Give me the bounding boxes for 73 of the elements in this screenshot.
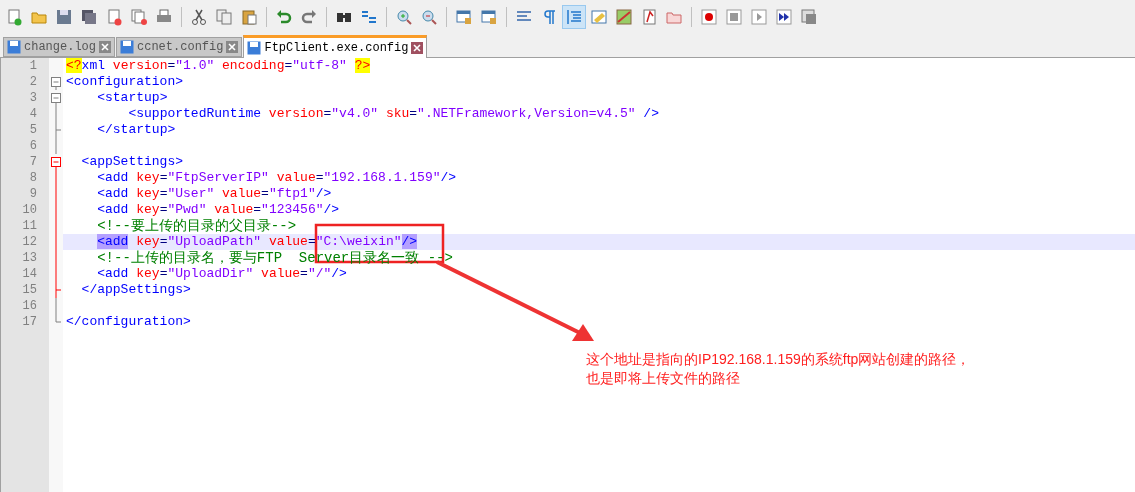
code-line: <add key="UploadDir" value="/"/> [96,266,347,281]
code-line: </configuration> [66,314,191,329]
save-icon [55,8,73,26]
line-number: 13 [22,251,37,265]
paste-icon [240,8,258,26]
line-number: 6 [29,139,37,153]
code-line: <add key="UploadPath" value="C:\weixin"/> [96,234,418,249]
play-icon [750,8,768,26]
annotation-text: 也是即将上传文件的路径 [586,369,741,388]
line-number: 8 [29,171,37,185]
fast-forward-icon [775,8,793,26]
map-icon [615,8,633,26]
code-line: <startup> [96,90,168,105]
code-line: <add key="FtpServerIP" value="192.168.1.159"/> [96,170,457,185]
zoom-out-icon [420,8,438,26]
line-number: 4 [29,107,37,121]
tab-label: ccnet.config [137,39,224,56]
window-icon [455,8,473,26]
copy-icon [215,8,233,26]
tab-label: FtpClient.exe.config [264,40,409,57]
fold-minus-icon[interactable] [50,74,62,90]
new-file-icon [5,8,23,26]
close-icon[interactable] [226,41,239,53]
zoom-in-icon [395,8,413,26]
save-icon [120,40,134,54]
undo-icon [275,8,293,26]
fold-minus-icon[interactable] [50,90,62,106]
line-number: 5 [29,123,37,137]
tab-label: change.log [24,39,96,56]
file-tab[interactable]: FtpClient.exe.config [243,35,428,58]
line-number: 11 [22,219,37,233]
redo-icon [300,8,318,26]
line-number: 1 [29,59,37,73]
close-file-icon [105,8,123,26]
line-number: 16 [22,299,37,313]
save-all-icon [80,8,98,26]
code-line: <configuration> [66,74,184,89]
close-icon[interactable] [99,41,111,53]
code-comment: <!--要上传的目录的父目录--> [96,219,297,234]
code-line: <add key="Pwd" value="123456"/> [96,202,340,217]
close-icon[interactable] [411,42,424,54]
scissors-icon [190,8,208,26]
indent-guide-icon [565,8,583,26]
line-number: 10 [22,203,37,217]
save-macro-icon [800,8,818,26]
annotation-text: 这个地址是指向的IP192.168.1.159的系统ftp网站创建的路径， [586,350,971,369]
file-tab[interactable]: change.log [3,37,115,57]
window-icon [480,8,498,26]
replace-icon [360,8,378,26]
fold-minus-icon[interactable] [50,154,62,170]
line-number: 2 [29,75,37,89]
code-line: <appSettings> [80,154,184,169]
stop-icon [725,8,743,26]
code-line: </startup> [96,122,176,137]
line-number: 3 [29,91,37,105]
file-tab[interactable]: ccnet.config [116,37,243,57]
pen-window-icon [590,8,608,26]
indent-guide-button[interactable] [562,5,586,29]
document-icon [640,8,658,26]
line-number: 15 [22,283,37,297]
line-number: 7 [29,155,37,169]
code-line: <add key="User" value="ftp1"/> [96,186,332,201]
code-line: </appSettings> [80,282,191,297]
record-icon [700,8,718,26]
line-number: 9 [29,187,37,201]
line-number: 17 [22,315,37,329]
code-line: <?xml version="1.0" encoding="utf-8" ?> [66,58,371,73]
save-icon [7,40,21,54]
save-icon [247,41,262,55]
line-number: 14 [22,267,37,281]
line-number: 12 [22,235,37,249]
code-line: <supportedRuntime version="v4.0" sku=".NETFramework,Version=v4.5" /> [127,106,659,121]
close-all-icon [130,8,148,26]
